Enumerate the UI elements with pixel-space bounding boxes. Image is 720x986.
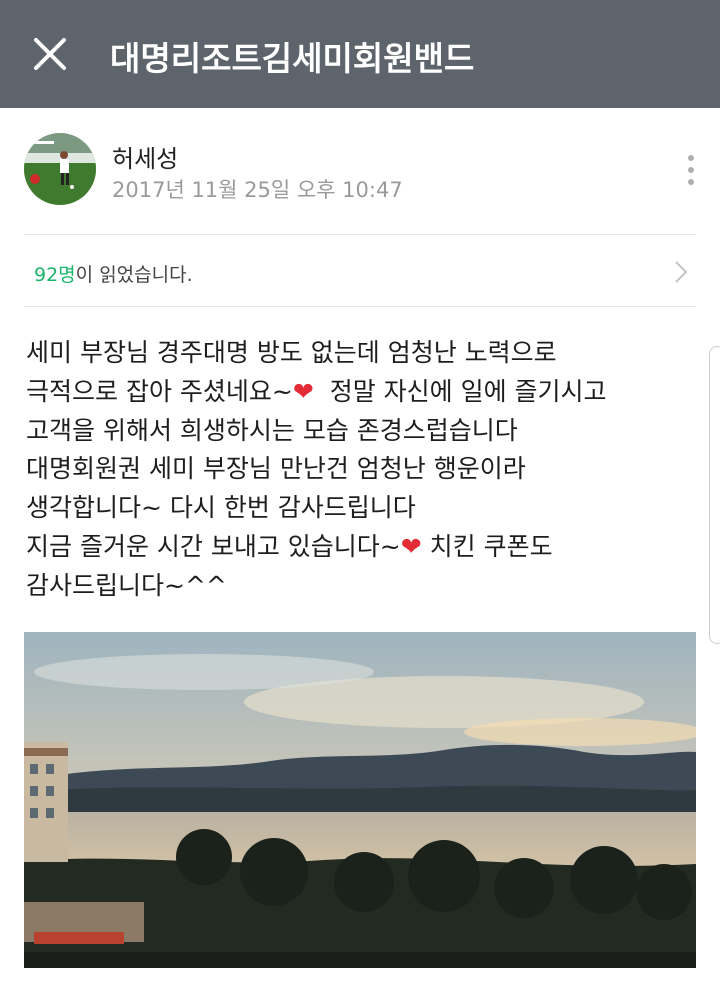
read-count-text: 92명이 읽었습니다.: [34, 260, 193, 287]
divider: [24, 306, 696, 307]
post-line: 지금 즐거운 시간 보내고 있습니다~❤ 치킨 쿠폰도: [26, 531, 553, 561]
read-count-row[interactable]: 92명이 읽었습니다.: [24, 236, 696, 306]
post-date: 2017년 11월 25일 오후 10:47: [112, 178, 403, 202]
more-vertical-icon: [688, 155, 694, 161]
post-line: 세미 부장님 경주대명 방도 없는데 엄청난 노력으로: [26, 338, 557, 367]
post-line: 고객을 위해서 희생하시는 모습 존경스럽습니다: [26, 415, 518, 445]
post-line: 감사드립니다~^^: [26, 570, 227, 600]
post-photo[interactable]: [24, 632, 696, 968]
top-bar: 대명리조트김세미회원밴드: [0, 0, 720, 108]
post-line: 생각합니다~ 다시 한번 감사드립니다: [26, 493, 416, 523]
author-name[interactable]: 허세성: [112, 139, 178, 174]
post-body: 세미 부장님 경주대명 방도 없는데 엄청난 노력으로 극적으로 잡아 주셨네요…: [26, 334, 698, 606]
more-options-button[interactable]: [680, 152, 702, 190]
scroll-indicator[interactable]: [709, 346, 720, 644]
read-count: 92명: [34, 264, 76, 286]
post-line: 극적으로 잡아 주셨네요~❤ 정말 자신에 일에 즐기시고: [26, 376, 607, 406]
heart-icon: ❤: [292, 376, 314, 406]
divider: [24, 234, 696, 235]
chevron-right-icon: [675, 261, 688, 283]
heart-icon: ❤: [400, 531, 422, 561]
close-button[interactable]: [26, 30, 74, 78]
read-suffix: 이 읽었습니다.: [75, 264, 193, 286]
band-title: 대명리조트김세미회원밴드: [110, 39, 475, 78]
close-icon: [34, 38, 66, 70]
post-line: 대명회원권 세미 부장님 만난건 엄청난 행운이라: [26, 454, 526, 484]
author-avatar[interactable]: [24, 133, 96, 205]
